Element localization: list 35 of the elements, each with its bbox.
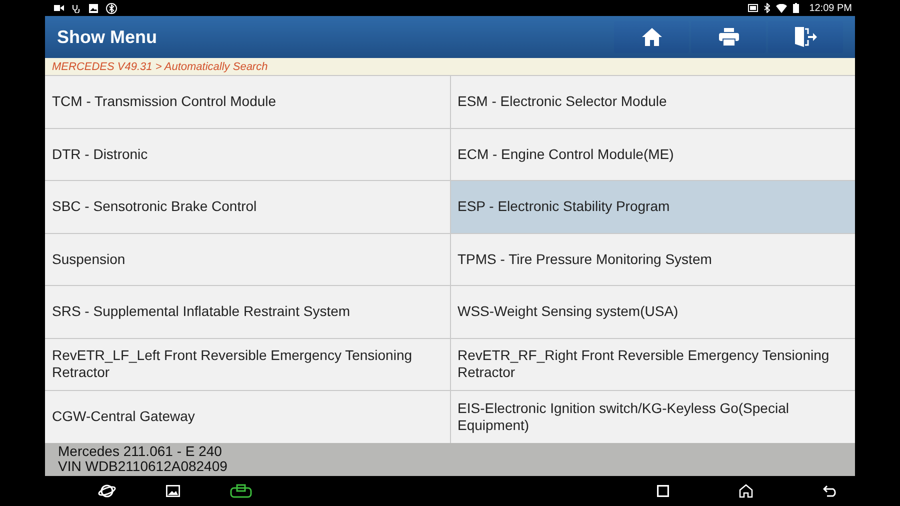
menu-item[interactable]: RevETR_RF_Right Front Reversible Emergency Tensioning Retractor: [450, 338, 855, 390]
menu-item[interactable]: CGW-Central Gateway: [45, 391, 450, 442]
menu-item[interactable]: SBC - Sensotronic Brake Control: [45, 181, 450, 232]
vin-number: VIN WDB2110612A082409: [58, 459, 228, 475]
page-title: Show Menu: [57, 26, 157, 48]
stethoscope-icon: [72, 4, 81, 12]
menu-item[interactable]: WSS-Weight Sensing system(USA): [450, 286, 855, 338]
wifi-icon: [776, 4, 788, 12]
vehicle-model: Mercedes 211.061 - E 240: [58, 444, 223, 460]
recent-apps-icon[interactable]: [657, 485, 669, 497]
menu-item[interactable]: TPMS - Tire Pressure Monitoring System: [450, 234, 855, 285]
planet-icon[interactable]: [98, 483, 116, 499]
connector-icon[interactable]: [230, 484, 252, 498]
home-icon: [642, 28, 662, 46]
menu-item[interactable]: TCM - Transmission Control Module: [45, 76, 450, 128]
menu-item[interactable]: RevETR_LF_Left Front Reversible Emergency Tensioning Retractor: [45, 338, 450, 390]
bluetooth-icon: [764, 3, 770, 13]
menu-item[interactable]: ESM - Electronic Selector Module: [450, 76, 855, 128]
image-icon: [89, 4, 98, 12]
back-icon[interactable]: [823, 485, 838, 497]
printer-icon: [718, 28, 738, 46]
breadcrumb: MERCEDES V49.31 > Automatically Search: [45, 58, 855, 75]
menu-item[interactable]: Suspension: [45, 234, 450, 285]
bluetooth-icon: [106, 2, 117, 14]
menu-item[interactable]: SRS - Supplemental Inflatable Restraint System: [45, 286, 450, 338]
menu-item[interactable]: ECM - Engine Control Module(ME): [450, 128, 855, 180]
exit-icon: [794, 27, 816, 47]
home-icon[interactable]: [739, 484, 753, 498]
gallery-icon[interactable]: [166, 485, 180, 497]
status-time: 12:09 PM: [809, 2, 852, 14]
menu-item[interactable]: DTR - Distronic: [45, 128, 450, 180]
menu-item[interactable]: ESP - Electronic Stability Program: [450, 181, 855, 232]
menu-item[interactable]: EIS-Electronic Ignition switch/KG-Keyless Go(Special Equipment): [450, 391, 855, 442]
camera-icon: [54, 4, 64, 12]
battery-icon: [793, 3, 800, 13]
